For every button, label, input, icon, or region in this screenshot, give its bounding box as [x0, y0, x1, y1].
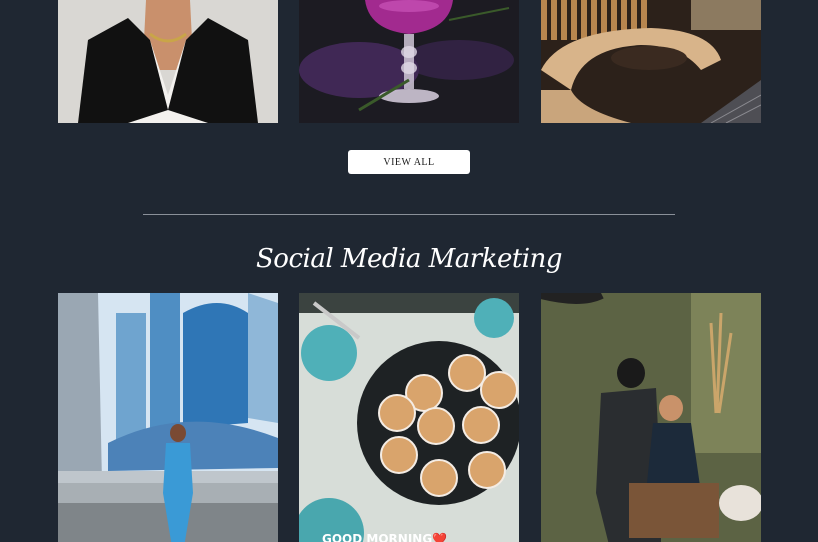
- gallery-image-city[interactable]: [58, 293, 278, 542]
- gallery-image-portrait[interactable]: [58, 0, 278, 123]
- city-graphic: [58, 293, 278, 542]
- gallery-image-cocktail[interactable]: [299, 0, 519, 123]
- section-divider: [143, 214, 675, 215]
- image-caption: GOOD MORNING❤️: [322, 532, 448, 542]
- pastries-graphic: [299, 293, 519, 542]
- gallery-image-makeup[interactable]: [541, 293, 761, 542]
- makeup-graphic: [541, 293, 761, 542]
- section-title: Social Media Marketing: [255, 244, 563, 274]
- gallery-image-restaurant[interactable]: [541, 0, 761, 123]
- cocktail-graphic: [299, 0, 519, 123]
- view-all-button[interactable]: VIEW ALL: [348, 150, 470, 174]
- gallery-image-pastries[interactable]: GOOD MORNING❤️: [299, 293, 519, 542]
- portrait-graphic: [58, 0, 278, 123]
- page: VIEW ALL Social Media Marketing GOOD MOR…: [0, 0, 818, 542]
- restaurant-graphic: [541, 0, 761, 123]
